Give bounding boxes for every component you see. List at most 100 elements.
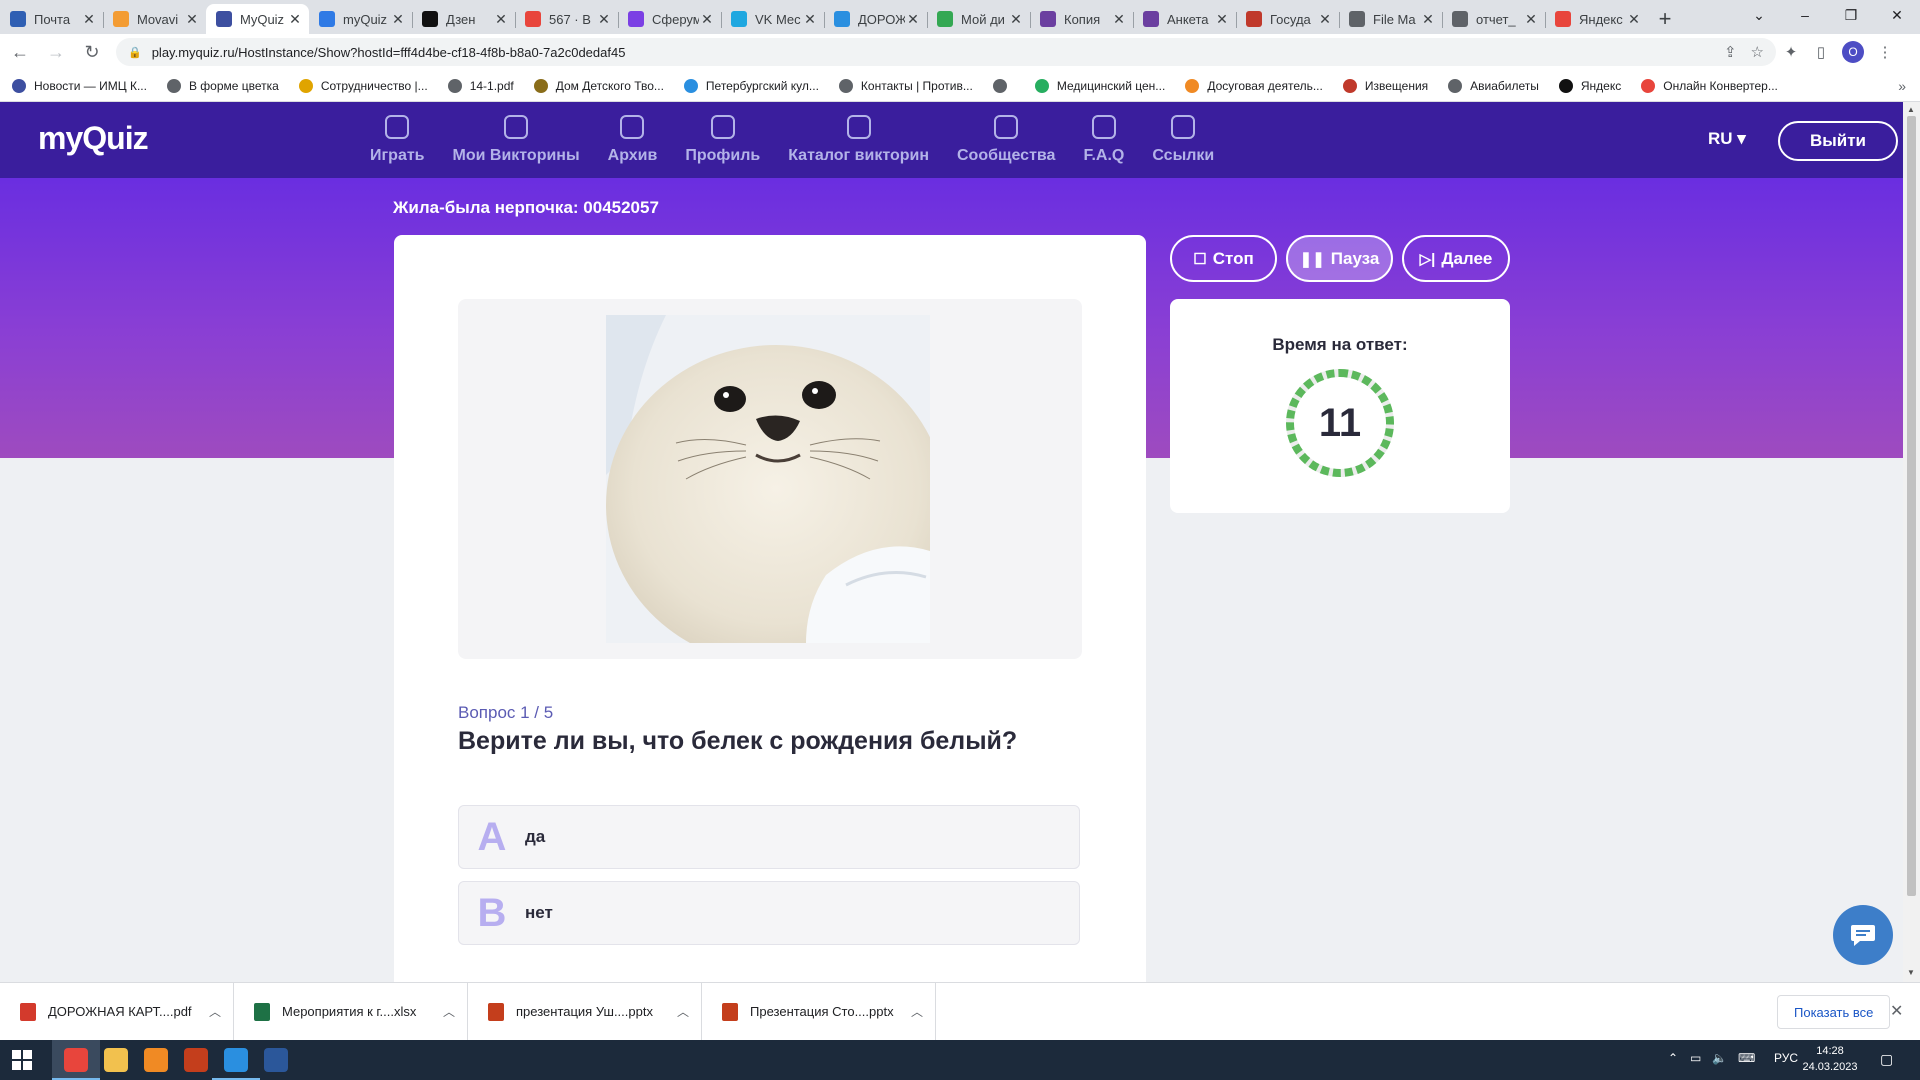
browser-tab[interactable]: 567 · В ✕: [515, 4, 618, 34]
nav-item[interactable]: F.A.Q: [1069, 102, 1138, 178]
download-item[interactable]: презентация Уш....pptx ︿: [468, 982, 702, 1041]
tab-search-button[interactable]: ⌄: [1736, 0, 1782, 30]
address-bar[interactable]: 🔒 play.myquiz.ru/HostInstance/Show?hostI…: [116, 38, 1776, 66]
close-tab-icon[interactable]: ✕: [1111, 11, 1127, 28]
browser-tab[interactable]: ДОРОЖ ✕: [824, 4, 927, 34]
logout-button[interactable]: Выйти: [1778, 121, 1898, 161]
close-tab-icon[interactable]: ✕: [287, 11, 303, 28]
nav-item[interactable]: Мои Викторины: [439, 102, 594, 178]
browser-tab[interactable]: Яндекс ✕: [1545, 4, 1648, 34]
close-tab-icon[interactable]: ✕: [1420, 11, 1436, 28]
bookmark-item[interactable]: Медицинский цен...: [1034, 78, 1165, 93]
bookmarks-more-icon[interactable]: »: [1898, 78, 1906, 94]
close-tab-icon[interactable]: ✕: [1214, 11, 1230, 28]
close-tab-icon[interactable]: ✕: [1523, 11, 1539, 28]
notifications-icon[interactable]: ▢: [1880, 1051, 1893, 1068]
browser-tab[interactable]: Анкета ✕: [1133, 4, 1236, 34]
browser-tab[interactable]: Дзен ✕: [412, 4, 515, 34]
language-select[interactable]: RU ▾: [1708, 129, 1746, 149]
answer-option-b[interactable]: B нет: [458, 881, 1080, 945]
minimize-button[interactable]: –: [1782, 0, 1828, 30]
restore-button[interactable]: ❐: [1828, 0, 1874, 30]
browser-tab[interactable]: Мой ди ✕: [927, 4, 1030, 34]
forward-arrow-icon[interactable]: →: [40, 36, 72, 68]
nav-item[interactable]: Архив: [594, 102, 672, 178]
pause-button[interactable]: ❚❚ Пауза: [1286, 235, 1393, 282]
browser-tab[interactable]: Копия ✕: [1030, 4, 1133, 34]
input-language[interactable]: РУС: [1774, 1051, 1798, 1065]
chevron-up-icon[interactable]: ︿: [197, 1003, 233, 1020]
taskbar-app-word[interactable]: [252, 1040, 300, 1080]
close-tab-icon[interactable]: ✕: [596, 11, 612, 28]
page-scrollbar[interactable]: ▲ ▼: [1903, 102, 1920, 982]
chat-button[interactable]: [1833, 905, 1893, 965]
menu-dots-icon[interactable]: ⋮: [1870, 37, 1900, 67]
bookmark-star-icon[interactable]: ☆: [1751, 43, 1764, 61]
reload-icon[interactable]: ↻: [76, 36, 108, 68]
system-clock[interactable]: 14:28 24.03.2023: [1800, 1043, 1860, 1075]
browser-tab[interactable]: Movavi ✕: [103, 4, 206, 34]
bookmark-item[interactable]: 14-1.pdf: [447, 78, 514, 93]
tray-overflow-icon[interactable]: ⌃: [1668, 1051, 1678, 1065]
bookmark-item[interactable]: Онлайн Конвертер...: [1641, 78, 1778, 93]
chevron-up-icon[interactable]: ︿: [665, 1003, 701, 1020]
nav-item[interactable]: Сообщества: [943, 102, 1069, 178]
close-tab-icon[interactable]: ✕: [905, 11, 921, 28]
volume-icon[interactable]: 🔈: [1712, 1051, 1727, 1065]
close-tab-icon[interactable]: ✕: [493, 11, 509, 28]
next-button[interactable]: ▷| Далее: [1402, 235, 1510, 282]
site-logo[interactable]: myQuiz: [38, 120, 149, 157]
answer-option-a[interactable]: A да: [458, 805, 1080, 869]
bookmark-item[interactable]: Новости — ИМЦ К...: [12, 78, 147, 93]
bookmark-item[interactable]: [992, 78, 1015, 93]
show-all-downloads-button[interactable]: Показать все: [1777, 995, 1891, 1029]
bookmark-item[interactable]: Сотрудничество |...: [298, 78, 428, 93]
bookmark-item[interactable]: Досуговая деятель...: [1185, 78, 1323, 93]
close-downloads-icon[interactable]: ✕: [1890, 1001, 1903, 1021]
bookmark-item[interactable]: Авиабилеты: [1448, 78, 1539, 93]
close-tab-icon[interactable]: ✕: [1626, 11, 1642, 28]
download-item[interactable]: ДОРОЖНАЯ КАРТ....pdf ︿: [0, 982, 234, 1041]
stop-button[interactable]: ☐ Стоп: [1170, 235, 1277, 282]
browser-tab[interactable]: VK Мес ✕: [721, 4, 824, 34]
chevron-up-icon[interactable]: ︿: [431, 1003, 467, 1020]
keyboard-icon[interactable]: ⌨: [1738, 1051, 1755, 1065]
close-tab-icon[interactable]: ✕: [184, 11, 200, 28]
bookmark-item[interactable]: Дом Детского Тво...: [533, 78, 664, 93]
close-tab-icon[interactable]: ✕: [1317, 11, 1333, 28]
close-tab-icon[interactable]: ✕: [802, 11, 818, 28]
download-item[interactable]: Презентация Сто....pptx ︿: [702, 982, 936, 1041]
download-item[interactable]: Мероприятия к г....xlsx ︿: [234, 982, 468, 1041]
bookmark-item[interactable]: Яндекс: [1558, 78, 1621, 93]
chevron-up-icon[interactable]: ︿: [899, 1003, 935, 1020]
browser-tab[interactable]: MyQuiz ✕: [206, 4, 309, 34]
close-window-button[interactable]: ✕: [1874, 0, 1920, 30]
bookmark-item[interactable]: Извещения: [1342, 78, 1428, 93]
browser-tab[interactable]: myQuiz ✕: [309, 4, 412, 34]
browser-tab[interactable]: Госуда ✕: [1236, 4, 1339, 34]
browser-tab[interactable]: отчет_ ✕: [1442, 4, 1545, 34]
extensions-icon[interactable]: ✦: [1776, 37, 1806, 67]
side-panel-icon[interactable]: ▯: [1806, 37, 1836, 67]
nav-item[interactable]: Играть: [356, 102, 439, 178]
nav-item[interactable]: Ссылки: [1138, 102, 1228, 178]
close-tab-icon[interactable]: ✕: [1008, 11, 1024, 28]
close-tab-icon[interactable]: ✕: [390, 11, 406, 28]
bookmark-item[interactable]: В форме цветка: [166, 78, 279, 93]
close-tab-icon[interactable]: ✕: [699, 11, 715, 28]
scroll-up-icon[interactable]: ▲: [1907, 105, 1915, 114]
share-icon[interactable]: ⇪: [1724, 43, 1737, 61]
close-tab-icon[interactable]: ✕: [81, 11, 97, 28]
browser-tab[interactable]: Почта ✕: [0, 4, 103, 34]
profile-avatar[interactable]: О: [1842, 41, 1864, 63]
bookmark-item[interactable]: Контакты | Против...: [838, 78, 973, 93]
nav-item[interactable]: Каталог викторин: [774, 102, 943, 178]
nav-item[interactable]: Профиль: [671, 102, 774, 178]
browser-tab[interactable]: File Ma ✕: [1339, 4, 1442, 34]
back-arrow-icon[interactable]: ←: [4, 36, 36, 68]
scrollbar-thumb[interactable]: [1907, 116, 1916, 896]
bookmark-item[interactable]: Петербургский кул...: [683, 78, 819, 93]
new-tab-button[interactable]: +: [1648, 4, 1682, 34]
windows-start-icon[interactable]: [12, 1050, 32, 1070]
network-icon[interactable]: ▭: [1690, 1051, 1701, 1065]
